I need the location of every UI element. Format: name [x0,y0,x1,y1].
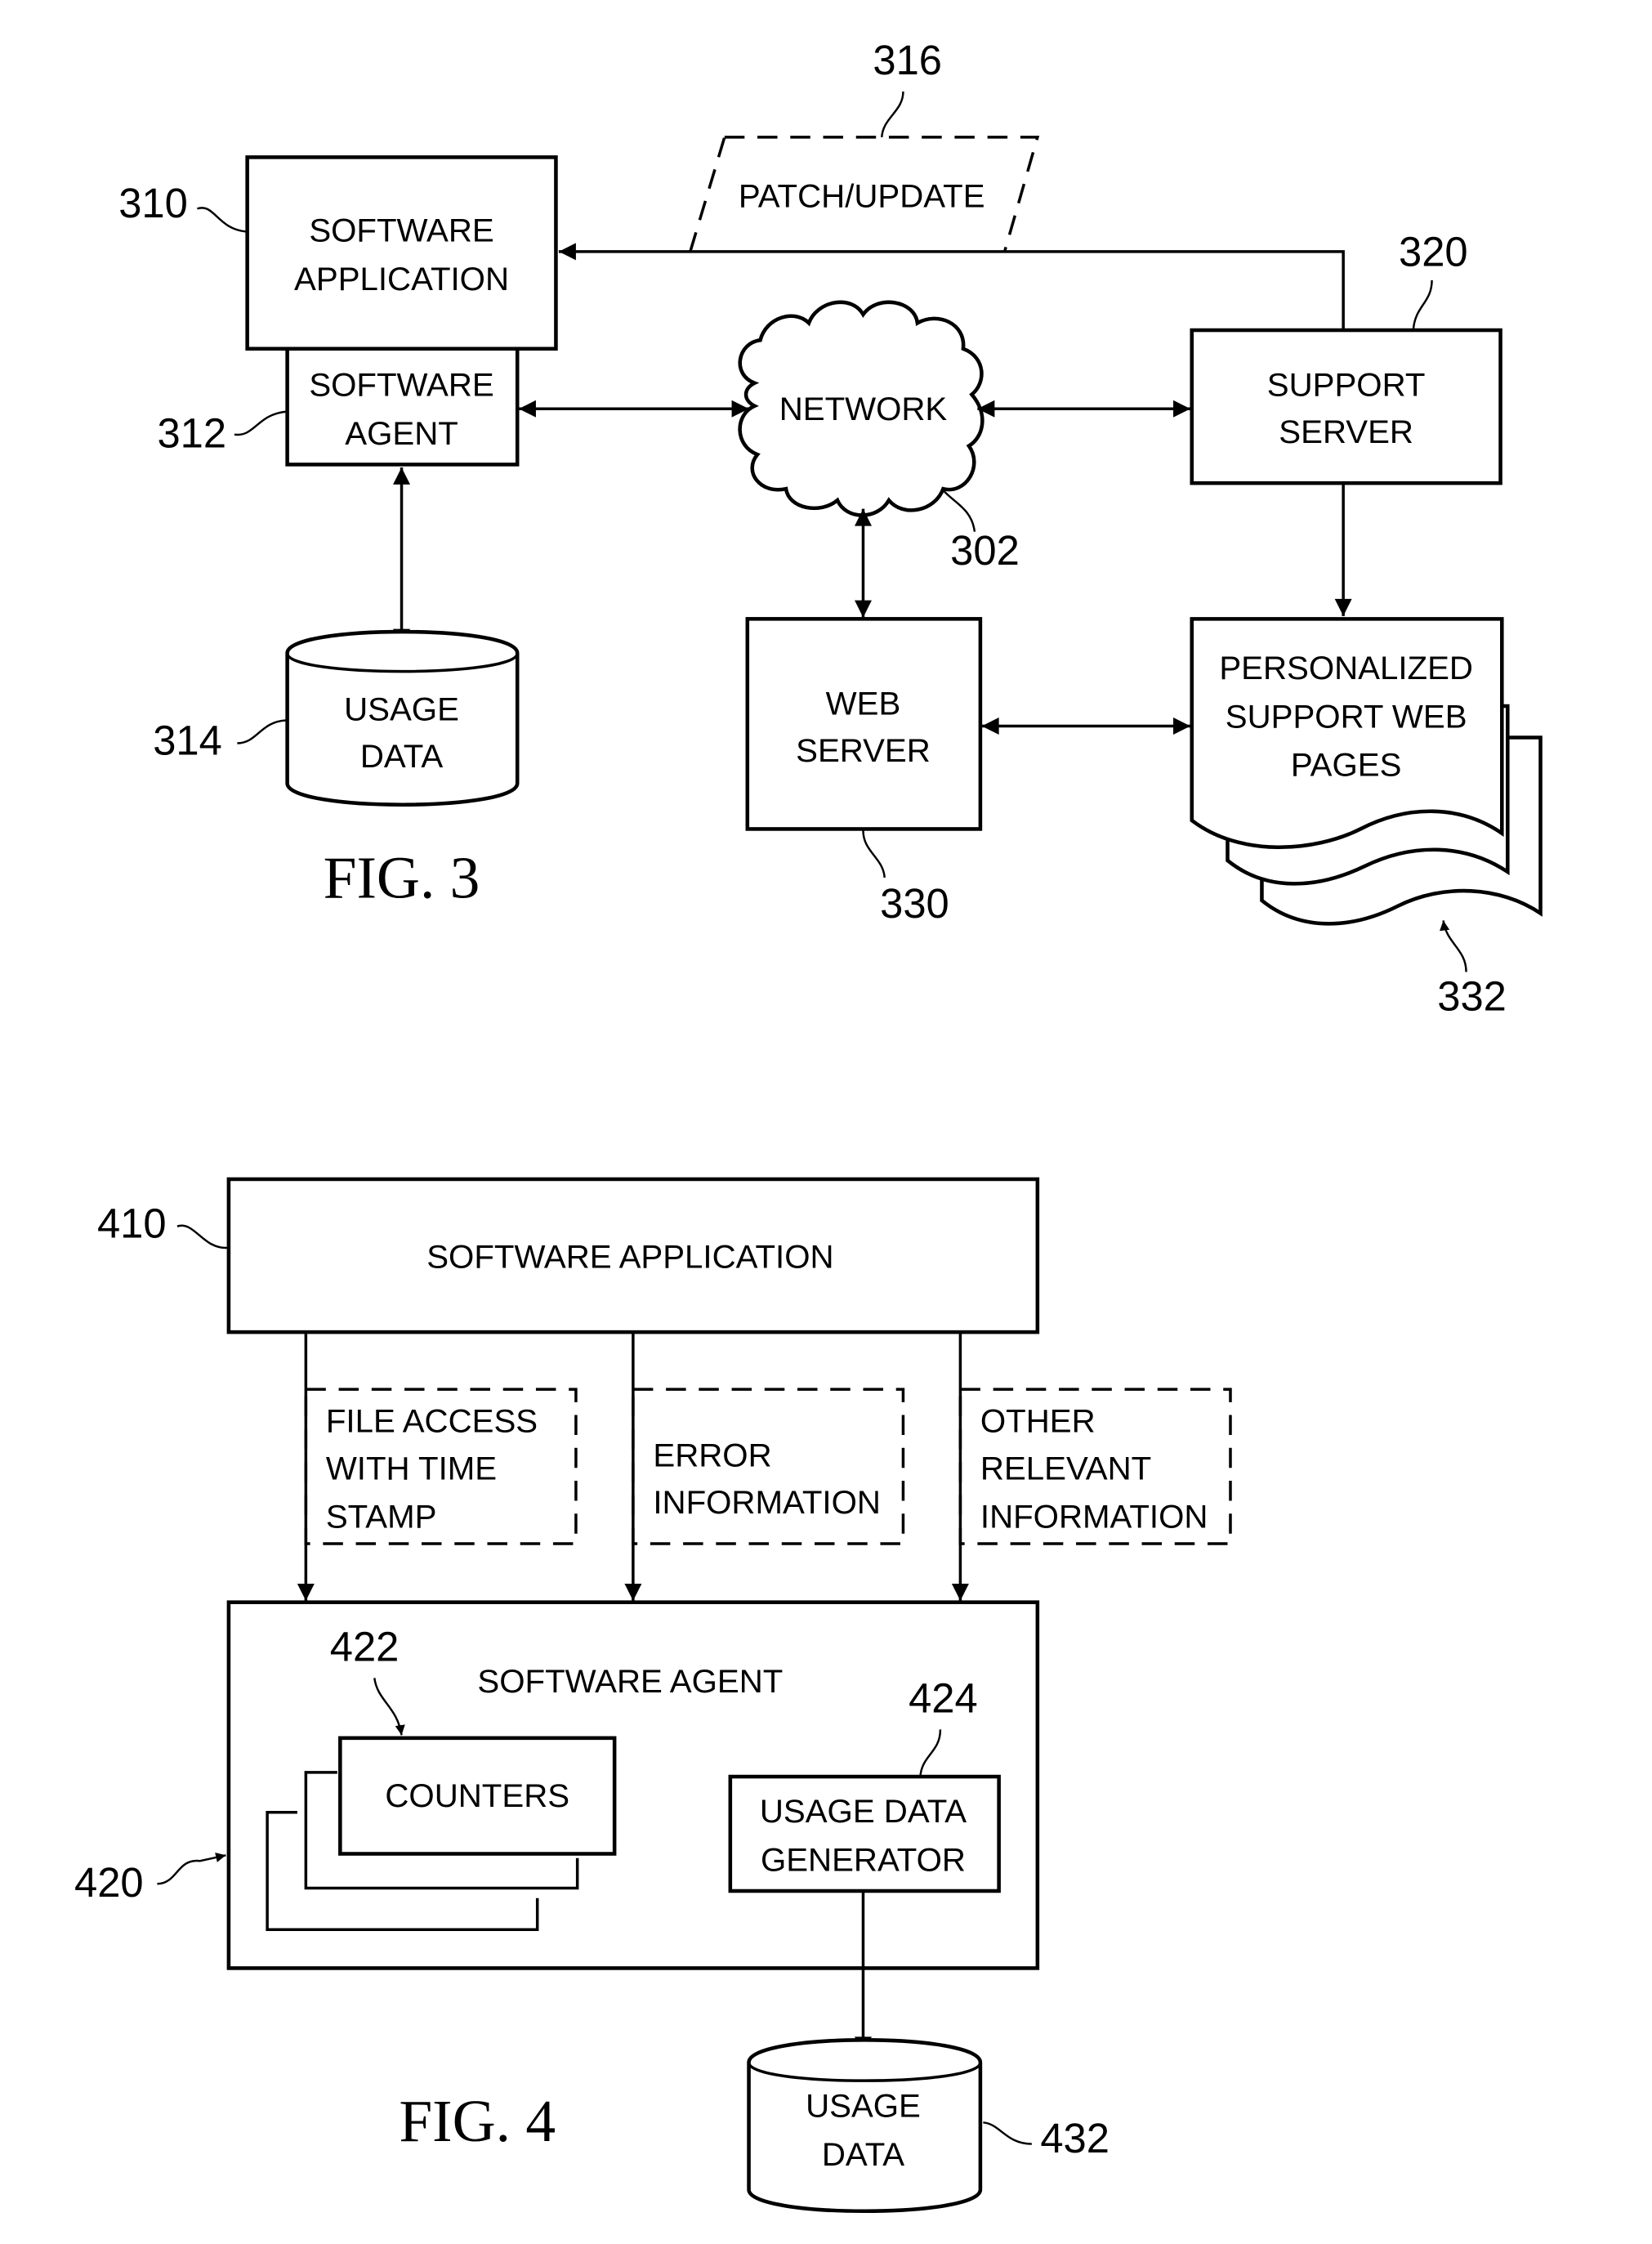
leader-line-432 [983,2121,1032,2145]
flow-error-line-2: INFORMATION [653,1484,881,1521]
usage-data-cylinder [747,2038,983,2213]
ref-label-422: 422 [330,1623,400,1670]
leader-arrow-332 [1440,920,1467,972]
fig3-software-application-node: SOFTWARE APPLICATION 310 [118,155,558,351]
software-application-box [245,155,558,351]
leader-line-320 [1412,279,1433,331]
software-agent-line-1: SOFTWARE [309,366,493,403]
usage-data-line-2: DATA [822,2136,904,2173]
fig4-usage-data-node: USAGE DATA 432 [747,2038,1110,2213]
ref-label-302: 302 [950,527,1020,574]
ref-label-316: 316 [873,37,942,83]
web-server-box [745,617,983,831]
flow-box-other-information: OTHER RELEVANT INFORMATION [958,1388,1232,1545]
fig3-software-agent-node: SOFTWARE AGENT 312 [157,346,520,467]
software-application-label: SOFTWARE APPLICATION [426,1238,833,1275]
personalized-pages-line-3: PAGES [1291,747,1402,784]
leader-line-312 [234,410,286,436]
ref-label-410: 410 [97,1200,167,1247]
leader-arrow-420 [157,1852,226,1885]
personalized-pages-line-2: SUPPORT WEB [1226,698,1467,735]
usage-data-generator-line-2: GENERATOR [761,1841,966,1878]
web-server-line-2: SERVER [796,732,931,769]
usage-data-line-1: USAGE [344,691,459,728]
fig3: SOFTWARE APPLICATION 310 SOFTWARE AGENT … [118,37,1543,1020]
patent-figures: SOFTWARE APPLICATION 310 SOFTWARE AGENT … [74,37,1543,2213]
fig3-web-server-node: WEB SERVER 330 [745,617,983,927]
ref-label-332: 332 [1437,973,1507,1020]
fig3-caption: FIG. 3 [324,844,480,910]
flow-other-line-3: INFORMATION [980,1499,1208,1535]
leader-line-302 [942,489,976,532]
ref-label-330: 330 [880,880,949,927]
fig4: SOFTWARE APPLICATION 410 FILE ACCESS WIT… [74,1177,1232,2213]
ref-label-314: 314 [153,717,222,763]
counters-label: COUNTERS [385,1777,569,1814]
fig3-support-server-node: SUPPORT SERVER 320 [1190,228,1502,485]
flow-box-error-information: ERROR INFORMATION [632,1388,905,1545]
flow-other-line-2: RELEVANT [980,1450,1151,1486]
ref-label-420: 420 [74,1859,144,1906]
arrow-support-server-to-application [558,243,1345,331]
leader-line-310 [197,207,247,233]
software-agent-line-2: AGENT [345,415,458,452]
network-label: NETWORK [779,391,948,427]
fig4-caption: FIG. 4 [399,2088,556,2154]
fig4-software-application-node: SOFTWARE APPLICATION 410 [97,1177,1040,1334]
software-agent-label: SOFTWARE AGENT [477,1663,783,1700]
web-server-line-1: WEB [826,686,901,722]
software-application-line-2: APPLICATION [294,261,509,297]
flow-file-access-line-3: STAMP [326,1499,437,1535]
leader-line-316 [880,91,904,138]
ref-label-310: 310 [118,180,188,226]
ref-label-320: 320 [1399,228,1468,275]
leader-line-314 [237,719,286,744]
support-server-box [1190,328,1502,485]
fig3-network-node: NETWORK 302 [738,300,1020,574]
flow-file-access-line-1: FILE ACCESS [326,1403,538,1440]
ref-label-312: 312 [157,409,226,456]
leader-line-330 [862,830,886,878]
ref-label-424: 424 [909,1674,978,1721]
flow-box-file-access: FILE ACCESS WITH TIME STAMP [304,1388,578,1545]
flow-other-line-1: OTHER [980,1403,1096,1440]
fig3-patch-update-node: PATCH/UPDATE 316 [689,37,1040,253]
patch-update-label: PATCH/UPDATE [739,178,985,215]
personalized-pages-line-1: PERSONALIZED [1219,650,1473,686]
fig3-personalized-pages-node: PERSONALIZED SUPPORT WEB PAGES 332 [1190,617,1543,1020]
support-server-line-2: SERVER [1279,413,1413,450]
ref-label-432: 432 [1040,2115,1110,2161]
fig3-usage-data-node: USAGE DATA 314 [153,629,520,807]
software-application-line-1: SOFTWARE [309,212,493,249]
leader-line-410 [176,1224,228,1249]
usage-data-generator-line-1: USAGE DATA [760,1793,967,1830]
usage-data-line-2: DATA [360,738,443,775]
support-server-line-1: SUPPORT [1267,366,1426,403]
flow-error-line-1: ERROR [653,1437,771,1474]
flow-file-access-line-2: WITH TIME [326,1450,497,1486]
usage-data-line-1: USAGE [806,2087,921,2124]
